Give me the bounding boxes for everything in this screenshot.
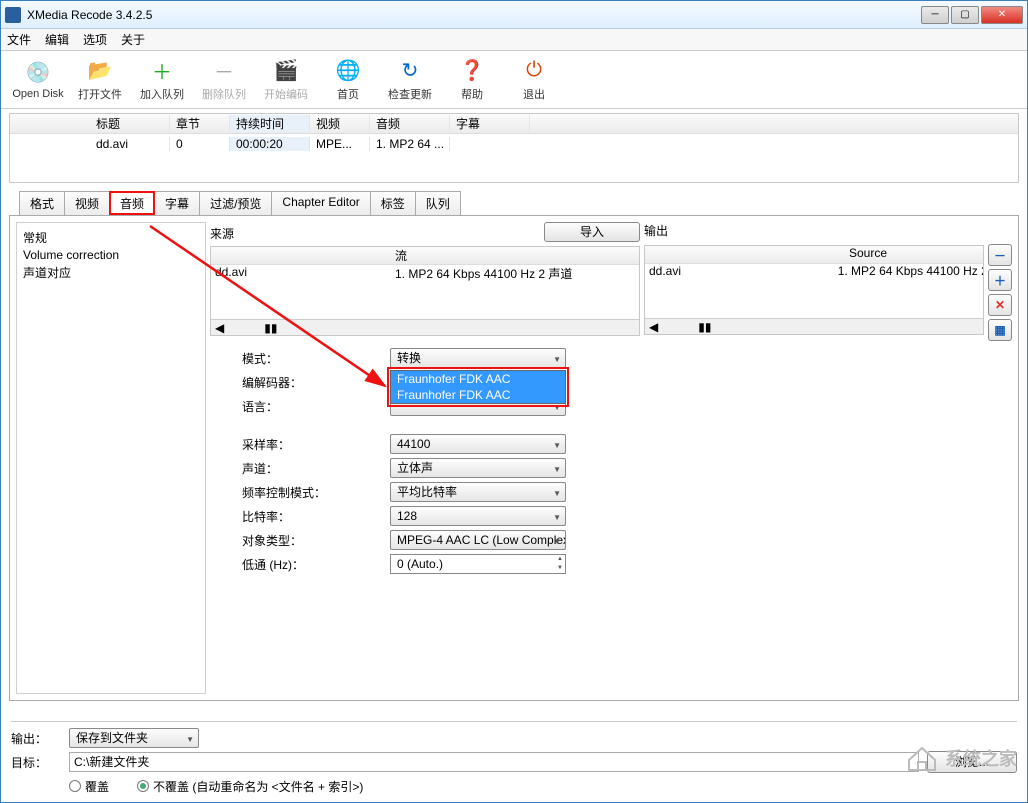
target-label: 目标： <box>11 754 61 771</box>
app-window: XMedia Recode 3.4.2.5 ─ ▢ ✕ 文件 编辑 选项 关于 … <box>0 0 1028 803</box>
menubar: 文件 编辑 选项 关于 <box>1 29 1027 51</box>
footer: 输出： 保存到文件夹 目标： C:\新建文件夹 浏览... 覆盖 不覆盖 (自动… <box>11 717 1017 798</box>
codec-label: 编解码器： <box>242 374 390 391</box>
remove-output-button[interactable]: － <box>988 244 1012 266</box>
disk-icon: 💿 <box>25 60 51 86</box>
codec-option-selected[interactable]: Fraunhofer FDK AAC <box>391 371 565 387</box>
add-queue-button[interactable]: ＋加入队列 <box>131 56 193 104</box>
menu-edit[interactable]: 编辑 <box>45 31 69 48</box>
samplerate-label: 采样率： <box>242 436 390 453</box>
file-row[interactable]: dd.avi 0 00:00:20 MPE... 1. MP2 64 ... <box>10 134 1018 154</box>
menu-options[interactable]: 选项 <box>83 31 107 48</box>
tab-bar: 格式 视频 音频 字幕 过滤/预览 Chapter Editor 标签 队列 <box>19 191 1019 215</box>
output-list[interactable]: Source dd.avi1. MP2 64 Kbps 44100 Hz 2 ◀… <box>644 245 984 335</box>
import-button[interactable]: 导入 <box>544 222 640 242</box>
close-button[interactable]: ✕ <box>981 6 1023 24</box>
lang-label: 语言： <box>242 398 390 415</box>
source-list[interactable]: 流 dd.avi1. MP2 64 Kbps 44100 Hz 2 声道 ◀▮▮ <box>210 246 640 336</box>
exit-button[interactable]: ⏻退出 <box>503 56 565 104</box>
plus-icon: ＋ <box>149 58 175 84</box>
add-output-button[interactable]: ＋ <box>988 269 1012 291</box>
channel-combo[interactable]: 立体声 <box>390 458 566 478</box>
minimize-button[interactable]: ─ <box>921 6 949 24</box>
house-icon <box>905 744 939 772</box>
output-mode-label: 输出： <box>11 730 61 747</box>
folder-icon: 📂 <box>87 58 113 84</box>
tab-format[interactable]: 格式 <box>19 191 65 215</box>
remove-queue-button: －删除队列 <box>193 56 255 104</box>
minus-icon: － <box>211 58 237 84</box>
check-update-button[interactable]: ↻检查更新 <box>379 56 441 104</box>
home-button[interactable]: 🌐首页 <box>317 56 379 104</box>
nav-channel[interactable]: 声道对应 <box>23 264 199 281</box>
lowpass-label: 低通 (Hz)： <box>242 556 390 573</box>
col-duration[interactable]: 持续时间 <box>230 115 310 132</box>
tab-subtitle[interactable]: 字幕 <box>154 191 200 215</box>
overwrite-radio[interactable]: 覆盖 <box>69 778 109 795</box>
col-title[interactable]: 标题 <box>90 115 170 132</box>
mode-combo[interactable]: 转换 <box>390 348 566 368</box>
audio-form: 模式：转换 编解码器：Fraunhofer FDK AAC 语言： 采样率：44… <box>242 346 1008 576</box>
grid-output-button[interactable]: ▦ <box>988 319 1012 341</box>
codec-option[interactable]: Fraunhofer FDK AAC <box>391 387 565 403</box>
open-file-button[interactable]: 📂打开文件 <box>69 56 131 104</box>
target-path-input[interactable]: C:\新建文件夹 <box>69 752 919 772</box>
encode-icon: 🎬 <box>273 58 299 84</box>
toolbar: 💿Open Disk 📂打开文件 ＋加入队列 －删除队列 🎬开始编码 🌐首页 ↻… <box>1 51 1027 109</box>
refresh-icon: ↻ <box>397 58 423 84</box>
col-video[interactable]: 视频 <box>310 115 370 132</box>
nav-general[interactable]: 常规 <box>23 229 199 246</box>
channel-label: 声道： <box>242 460 390 477</box>
start-encode-button: 🎬开始编码 <box>255 56 317 104</box>
window-title: XMedia Recode 3.4.2.5 <box>27 8 921 22</box>
codec-dropdown[interactable]: Fraunhofer FDK AAC Fraunhofer FDK AAC <box>390 370 566 404</box>
col-stream[interactable]: 流 <box>391 247 411 264</box>
bitrate-combo[interactable]: 128 <box>390 506 566 526</box>
samplerate-combo[interactable]: 44100 <box>390 434 566 454</box>
maximize-button[interactable]: ▢ <box>951 6 979 24</box>
object-combo[interactable]: MPEG-4 AAC LC (Low Complexity) <box>390 530 566 550</box>
tab-tag[interactable]: 标签 <box>370 191 416 215</box>
object-label: 对象类型： <box>242 532 390 549</box>
output-mode-combo[interactable]: 保存到文件夹 <box>69 728 199 748</box>
titlebar: XMedia Recode 3.4.2.5 ─ ▢ ✕ <box>1 1 1027 29</box>
power-icon: ⏻ <box>521 58 547 84</box>
col-source[interactable]: Source <box>845 246 891 263</box>
tab-filter[interactable]: 过滤/预览 <box>199 191 272 215</box>
source-label: 来源 <box>210 225 544 242</box>
rate-mode-label: 频率控制模式： <box>242 484 390 501</box>
tab-audio[interactable]: 音频 <box>109 191 155 215</box>
file-list[interactable]: 标题 章节 持续时间 视频 音频 字幕 dd.avi 0 00:00:20 MP… <box>9 113 1019 183</box>
help-icon: ❓ <box>459 58 485 84</box>
mode-label: 模式： <box>242 350 390 367</box>
output-label: 输出 <box>644 222 984 239</box>
scrollbar[interactable]: ◀▮▮ <box>645 318 983 334</box>
bitrate-label: 比特率： <box>242 508 390 525</box>
tab-queue[interactable]: 队列 <box>415 191 461 215</box>
tab-video[interactable]: 视频 <box>64 191 110 215</box>
menu-about[interactable]: 关于 <box>121 31 145 48</box>
globe-icon: 🌐 <box>335 58 361 84</box>
clear-output-button[interactable]: ✕ <box>988 294 1012 316</box>
rate-mode-combo[interactable]: 平均比特率 <box>390 482 566 502</box>
col-subtitle[interactable]: 字幕 <box>450 115 530 132</box>
no-overwrite-radio[interactable]: 不覆盖 (自动重命名为 <文件名 + 索引>) <box>137 778 363 795</box>
tab-panel: 常规 Volume correction 声道对应 来源 导入 流 dd.avi… <box>9 215 1019 701</box>
app-icon <box>5 7 21 23</box>
left-nav: 常规 Volume correction 声道对应 <box>16 222 206 694</box>
watermark: 系统之家 <box>905 744 1017 772</box>
help-button[interactable]: ❓帮助 <box>441 56 503 104</box>
scrollbar[interactable]: ◀▮▮ <box>211 319 639 335</box>
col-audio[interactable]: 音频 <box>370 115 450 132</box>
open-disk-button[interactable]: 💿Open Disk <box>7 58 69 102</box>
tab-chapter[interactable]: Chapter Editor <box>271 191 370 215</box>
menu-file[interactable]: 文件 <box>7 31 31 48</box>
col-chapter[interactable]: 章节 <box>170 115 230 132</box>
lowpass-spinner[interactable]: 0 (Auto.) <box>390 554 566 574</box>
nav-volume[interactable]: Volume correction <box>23 248 199 262</box>
